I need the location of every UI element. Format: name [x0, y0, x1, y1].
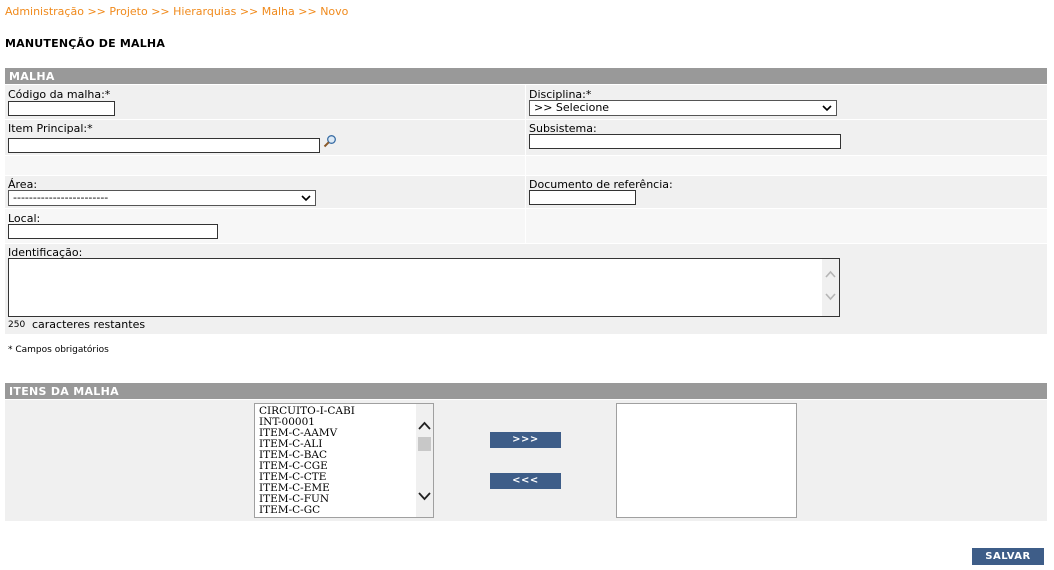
breadcrumb-separator: >> — [239, 5, 259, 18]
selected-items-list[interactable] — [616, 403, 797, 518]
breadcrumb: Administração >> Projeto >> Hierarquias … — [5, 5, 348, 18]
section-title-malha: MALHA — [5, 68, 1047, 84]
breadcrumb-item-malha[interactable]: Malha — [262, 5, 295, 18]
breadcrumb-item-novo[interactable]: Novo — [320, 5, 348, 18]
chars-remaining-count: 250 — [8, 320, 26, 330]
form-row-empty — [5, 156, 525, 175]
breadcrumb-item-administracao[interactable]: Administração — [5, 5, 84, 18]
codigo-input[interactable] — [8, 101, 115, 116]
available-items-list[interactable]: CIRCUITO-I-CABI INT-00001 ITEM-C-AAMV IT… — [254, 403, 434, 518]
scrollbar[interactable] — [822, 259, 839, 316]
item-principal-label: Item Principal:* — [8, 122, 93, 135]
local-input[interactable] — [8, 224, 218, 239]
disciplina-select[interactable]: >> Selecione — [529, 100, 837, 116]
chevron-up-icon[interactable] — [417, 420, 432, 432]
breadcrumb-item-hierarquias[interactable]: Hierarquias — [173, 5, 236, 18]
breadcrumb-separator: >> — [151, 5, 170, 18]
breadcrumb-separator: >> — [87, 5, 106, 18]
form-row-empty — [526, 156, 1047, 175]
item-principal-input[interactable] — [8, 138, 320, 153]
required-note: * Campos obrigatórios — [8, 345, 109, 355]
area-selected-value: ------------------------ — [13, 191, 109, 204]
list-item[interactable]: ITEM-C-GC — [255, 505, 433, 516]
breadcrumb-separator: >> — [298, 5, 317, 18]
disciplina-selected-value: >> Selecione — [534, 101, 610, 114]
section-title-itens-malha: ITENS DA MALHA — [5, 383, 1047, 399]
page-title: MANUTENÇÃO DE MALHA — [5, 37, 166, 50]
itens-panel — [5, 400, 1047, 521]
scrollbar-thumb[interactable] — [418, 437, 431, 451]
save-button[interactable]: SALVAR — [972, 548, 1044, 565]
search-icon[interactable] — [323, 134, 337, 148]
breadcrumb-item-projeto[interactable]: Projeto — [109, 5, 147, 18]
chars-remaining-label: caracteres restantes — [32, 318, 146, 331]
chevron-down-icon[interactable] — [824, 292, 837, 302]
chevron-down-icon[interactable] — [417, 490, 432, 502]
codigo-label: Código da malha:* — [8, 88, 111, 101]
chevron-down-icon — [301, 195, 311, 202]
form-row — [526, 209, 1047, 243]
scrollbar[interactable] — [416, 404, 433, 517]
add-items-button[interactable]: >>> — [490, 432, 561, 448]
chevron-down-icon — [822, 105, 832, 112]
area-select[interactable]: ------------------------ — [8, 190, 316, 206]
doc-referencia-input[interactable] — [529, 190, 636, 205]
subsistema-input[interactable] — [529, 134, 841, 149]
identificacao-textarea[interactable] — [8, 258, 840, 317]
chevron-up-icon[interactable] — [824, 269, 837, 279]
remove-items-button[interactable]: <<< — [490, 473, 561, 489]
